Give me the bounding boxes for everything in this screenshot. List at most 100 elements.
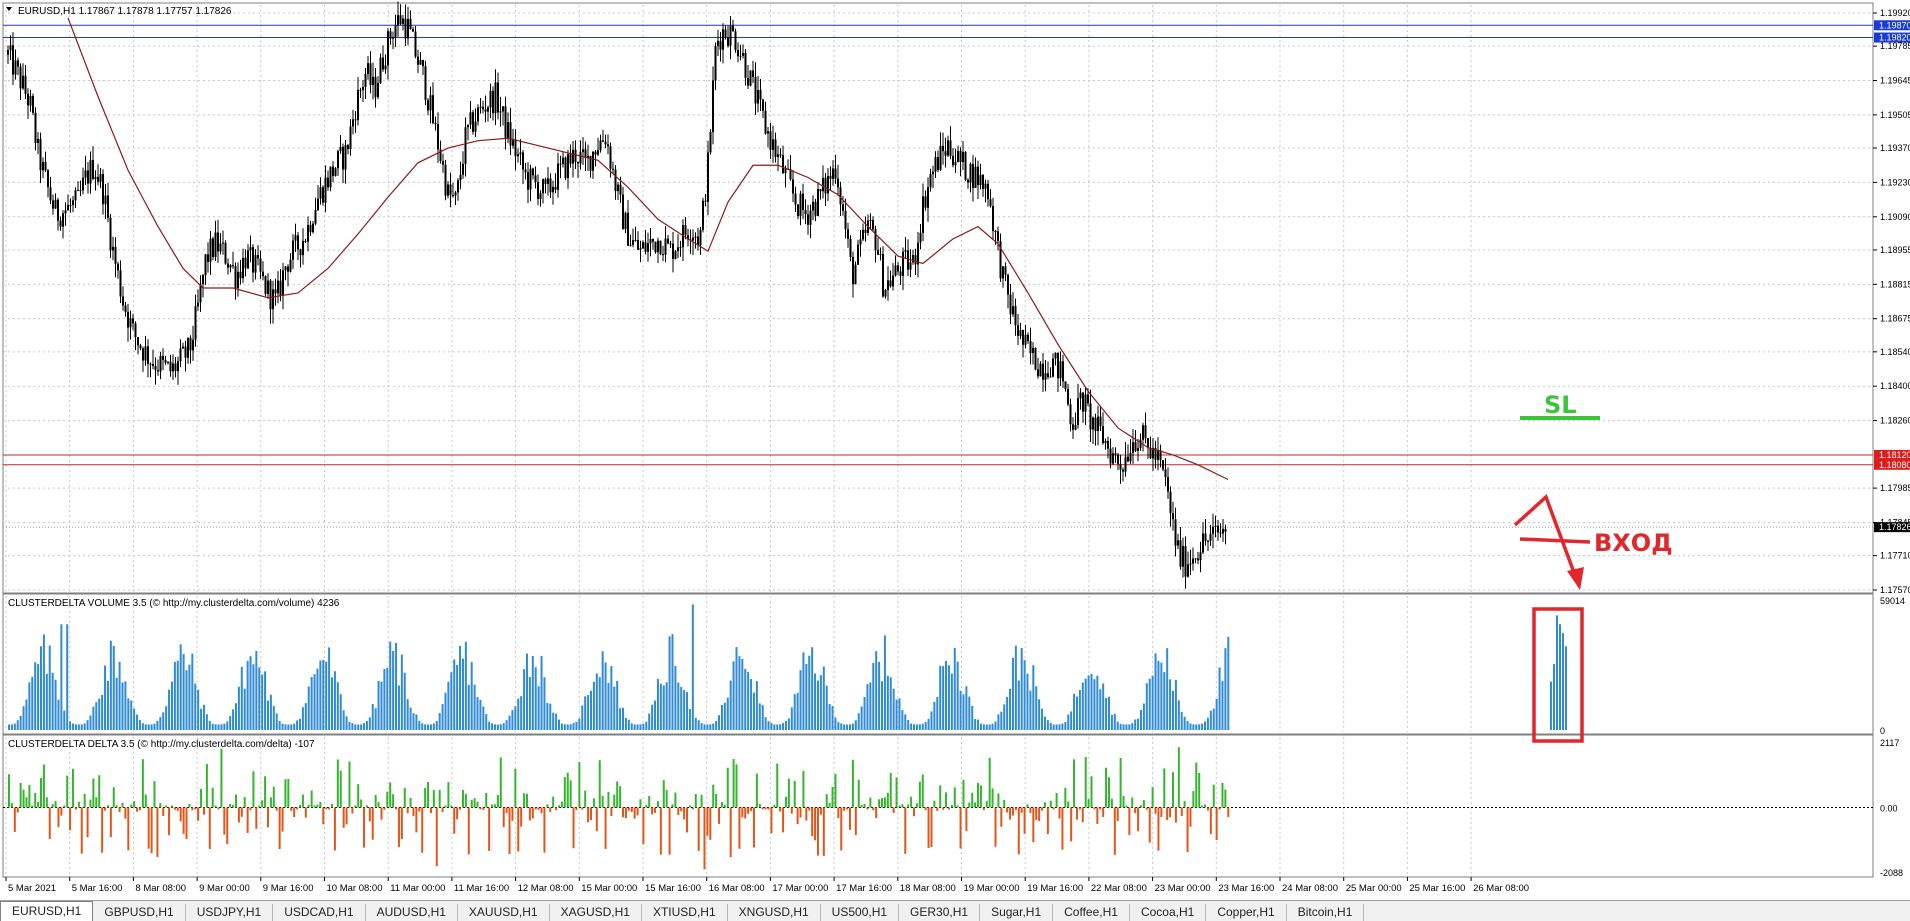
price-bar-body — [609, 146, 612, 169]
price-bar-body — [1032, 347, 1034, 354]
chart-tab-xagusd-h1[interactable]: XAGUSD,H1 — [550, 904, 642, 921]
volume-bar — [651, 704, 654, 730]
price-bar-body — [1162, 460, 1164, 470]
price-bar-body — [114, 246, 117, 264]
price-bar-body — [1127, 456, 1129, 462]
volume-bar — [1151, 675, 1154, 730]
volume-bar — [921, 723, 924, 730]
chart-tab-audusd-h1[interactable]: AUDUSD,H1 — [366, 904, 458, 921]
delta-bar — [182, 807, 185, 834]
delta-bar — [921, 774, 924, 808]
price-bar-body — [514, 139, 517, 157]
volume-bar — [881, 681, 883, 730]
price-bar-body — [527, 172, 529, 190]
price-bar-body — [707, 152, 709, 202]
volume-bar — [1192, 724, 1195, 730]
volume-bar — [121, 682, 124, 730]
volume-bar — [246, 660, 249, 730]
volume-bar — [1174, 679, 1177, 730]
delta-bar — [412, 807, 415, 817]
price-bar-body — [1212, 526, 1214, 534]
chart-canvas[interactable]: 1.19920 1.19785 1.19645 1.19505 1.19370 1.192… — [0, 0, 1910, 900]
x-tick-label: 5 Mar 2021 — [8, 883, 56, 894]
price-bar-body — [279, 280, 282, 296]
price-bar-body — [1047, 373, 1049, 378]
price-bar-body — [547, 178, 549, 184]
volume-bar — [188, 664, 191, 730]
price-bar-body — [737, 50, 739, 57]
price-bar-body — [497, 82, 499, 113]
delta-bar — [473, 798, 476, 808]
chart-tab-usdcad-h1[interactable]: USDCAD,H1 — [273, 904, 366, 921]
chart-tab-ger30-h1[interactable]: GER30,H1 — [899, 904, 981, 921]
price-bar-body — [719, 40, 722, 50]
chart-tab-cocoa-h1[interactable]: Cocoa,H1 — [1130, 904, 1207, 921]
chart-tab-coffee-h1[interactable]: Coffee,H1 — [1053, 904, 1130, 921]
volume-bar — [997, 714, 1000, 730]
chart-tab-bitcoin-h1[interactable]: Bitcoin,H1 — [1287, 904, 1365, 921]
volume-bar — [720, 704, 723, 730]
delta-bar — [604, 807, 607, 849]
delta-bar — [438, 789, 441, 808]
price-bar-body — [314, 210, 317, 224]
volume-bar — [72, 723, 75, 730]
volume-bar — [977, 719, 980, 730]
volume-bar — [779, 724, 782, 730]
volume-bar — [86, 720, 89, 730]
price-bar-body — [567, 154, 569, 179]
x-tick-label: 12 Mar 08:00 — [518, 883, 574, 894]
delta-bar — [971, 792, 974, 808]
volume-bar — [133, 708, 136, 730]
delta-bar — [627, 807, 630, 811]
price-bar-body — [704, 200, 707, 202]
volume-bar — [627, 719, 630, 730]
chart-tab-xauusd-h1[interactable]: XAUUSD,H1 — [458, 904, 550, 921]
volume-bar — [537, 686, 540, 730]
delta-bar — [459, 807, 462, 810]
volume-bar — [240, 666, 243, 730]
volume-bar — [60, 624, 63, 730]
price-bar-body — [147, 346, 149, 364]
price-bar-body — [977, 166, 979, 186]
price-bar-body — [67, 204, 69, 211]
price-bar-body — [559, 163, 562, 165]
price-bar-body — [202, 275, 204, 284]
price-bar-body — [967, 179, 969, 183]
chart-tab-sugar-h1[interactable]: Sugar,H1 — [980, 904, 1054, 921]
price-bar-body — [197, 302, 199, 307]
volume-bar — [400, 654, 403, 730]
delta-bar — [168, 807, 171, 836]
delta-bar — [924, 807, 927, 811]
price-bar-body — [952, 155, 954, 166]
price-bar-body — [409, 18, 412, 30]
chart-tab-usdjpy-h1[interactable]: USDJPY,H1 — [186, 904, 274, 921]
delta-bar — [694, 793, 697, 808]
delta-bar — [1134, 807, 1137, 814]
delta-bar — [304, 807, 307, 818]
volume-bar — [1206, 717, 1209, 730]
price-bar-body — [877, 250, 879, 255]
chart-tab-us500-h1[interactable]: US500,H1 — [821, 904, 900, 921]
price-bar-body — [167, 361, 169, 363]
price-bar-body — [454, 192, 457, 196]
volume-bar — [136, 714, 139, 730]
chart-tab-xtiusd-h1[interactable]: XTIUSD,H1 — [642, 904, 728, 921]
delta-bar — [464, 793, 467, 808]
delta-bar — [1049, 800, 1052, 808]
chart-tab-gbpusd-h1[interactable]: GBPUSD,H1 — [93, 904, 186, 921]
delta-bar — [13, 807, 16, 832]
delta-bar — [1174, 807, 1177, 823]
chart-tab-eurusd-h1[interactable]: EURUSD,H1 — [0, 901, 94, 921]
volume-bar — [1055, 724, 1058, 730]
price-bar-body — [329, 166, 332, 188]
chart-tab-copper-h1[interactable]: Copper,H1 — [1206, 904, 1287, 921]
volume-bar — [168, 689, 171, 730]
delta-bar — [659, 807, 662, 855]
delta-bar — [159, 803, 162, 808]
delta-bar — [1195, 762, 1198, 808]
delta-bar — [342, 807, 345, 828]
delta-bar — [883, 797, 886, 808]
chart-tab-xngusd-h1[interactable]: XNGUSD,H1 — [728, 904, 821, 921]
volume-bar — [141, 723, 144, 730]
price-bar-body — [39, 139, 42, 171]
